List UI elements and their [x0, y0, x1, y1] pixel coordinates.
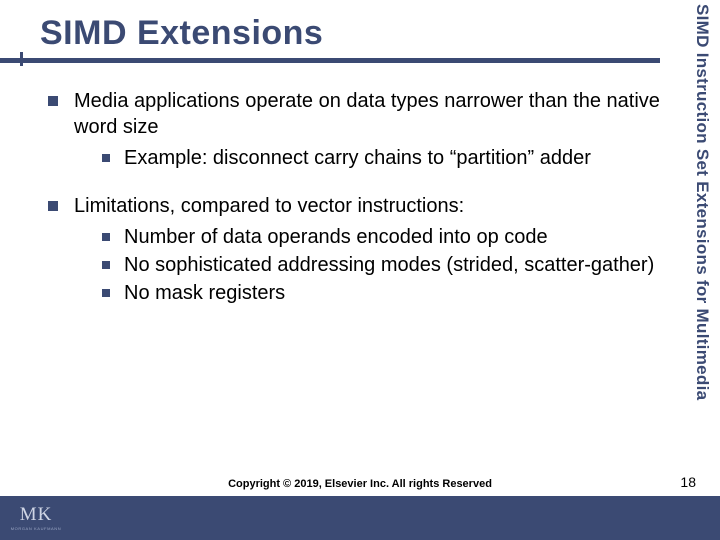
bullet-text: No mask registers [124, 280, 678, 306]
bullet-text: Example: disconnect carry chains to “par… [124, 145, 678, 171]
title-underline [0, 58, 660, 63]
bullet-text-span: Limitations, compared to vector instruct… [74, 195, 464, 217]
bullet-level2: No sophisticated addressing modes (strid… [102, 252, 678, 278]
bullet-level2: No mask registers [102, 280, 678, 306]
page-number: 18 [680, 474, 696, 490]
square-bullet-icon [102, 154, 110, 162]
footer-bar: MK MORGAN KAUFMANN [0, 496, 720, 540]
square-bullet-icon [48, 96, 58, 106]
slide: SIMD Extensions SIMD Instruction Set Ext… [0, 0, 720, 540]
bullet-level1: Limitations, compared to vector instruct… [48, 193, 678, 307]
bullet-level2: Number of data operands encoded into op … [102, 224, 678, 250]
square-bullet-icon [102, 261, 110, 269]
logo-initials: MK [20, 505, 53, 524]
bullet-text: Media applications operate on data types… [74, 88, 678, 171]
bullet-text: Limitations, compared to vector instruct… [74, 193, 678, 307]
content-area: Media applications operate on data types… [48, 88, 678, 329]
bullet-text: No sophisticated addressing modes (strid… [124, 252, 678, 278]
square-bullet-icon [48, 201, 58, 211]
slide-title: SIMD Extensions [40, 14, 720, 53]
publisher-logo: MK MORGAN KAUFMANN [8, 498, 64, 538]
logo-subtext: MORGAN KAUFMANN [11, 526, 62, 531]
title-region: SIMD Extensions [0, 0, 720, 53]
bullet-text: Number of data operands encoded into op … [124, 224, 678, 250]
square-bullet-icon [102, 233, 110, 241]
bullet-level1: Media applications operate on data types… [48, 88, 678, 171]
section-label: SIMD Instruction Set Extensions for Mult… [688, 4, 712, 434]
square-bullet-icon [102, 289, 110, 297]
bullet-level2: Example: disconnect carry chains to “par… [102, 145, 678, 171]
copyright-text: Copyright © 2019, Elsevier Inc. All righ… [0, 478, 720, 490]
bullet-text-span: Media applications operate on data types… [74, 90, 660, 138]
